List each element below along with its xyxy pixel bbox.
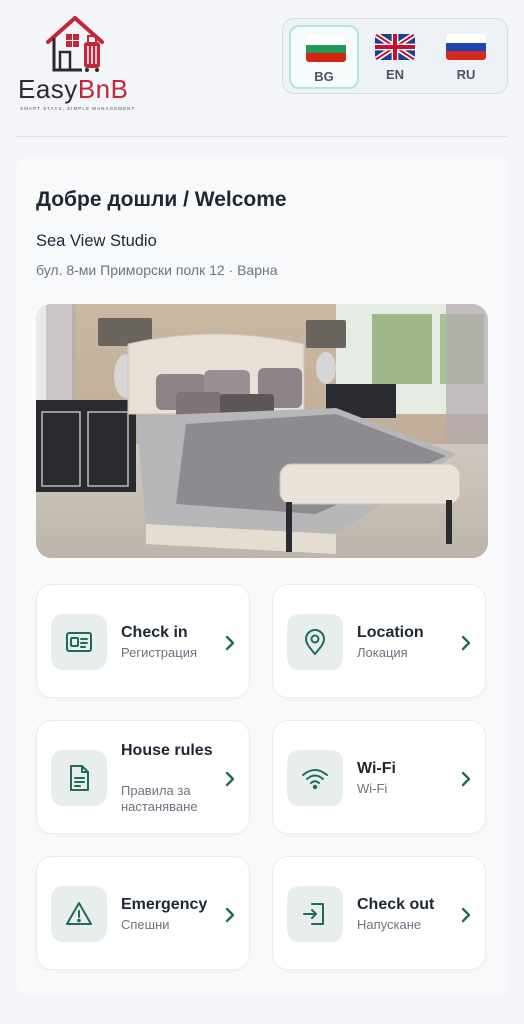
welcome-card: Добре дошли / Welcome Sea View Studio бу… — [16, 156, 508, 996]
exit-icon — [287, 886, 343, 942]
language-code: EN — [385, 67, 405, 82]
tile-subtitle: Правила за настаняване — [121, 783, 198, 814]
emergency-tile[interactable]: Emergency Спешни — [36, 856, 250, 970]
bulgaria-flag-icon — [306, 36, 346, 62]
russia-flag-icon — [446, 34, 486, 60]
chevron-right-icon — [225, 771, 235, 787]
tile-title: Emergency — [121, 896, 208, 913]
chevron-right-icon — [225, 635, 235, 651]
easybnb-logo: EasyBnB SMART STAYS, SIMPLE MANAGEMENT — [18, 12, 134, 112]
tile-title: Check in — [121, 624, 188, 641]
tile-title: Wi-Fi — [357, 760, 396, 777]
tile-subtitle: Локация — [357, 645, 408, 660]
chevron-right-icon — [461, 635, 471, 651]
language-option-bg[interactable]: BG — [289, 25, 359, 89]
tile-title: Check out — [357, 896, 435, 913]
check-in-tile[interactable]: Check in Регистрация — [36, 584, 250, 698]
brand-tagline: SMART STAYS, SIMPLE MANAGEMENT — [20, 106, 136, 111]
document-icon — [51, 750, 107, 806]
language-code: BG — [314, 69, 334, 84]
bedroom-photo — [36, 304, 488, 558]
tile-subtitle: Регистрация — [121, 645, 197, 660]
header-divider — [16, 136, 508, 137]
language-option-en[interactable]: EN — [360, 25, 430, 89]
wifi-icon — [287, 750, 343, 806]
language-option-ru[interactable]: RU — [431, 25, 501, 89]
language-switcher: BG EN RU — [282, 18, 508, 94]
tile-subtitle: Напускане — [357, 917, 422, 932]
location-tile[interactable]: Location Локация — [272, 584, 486, 698]
chevron-right-icon — [461, 771, 471, 787]
tile-subtitle: Спешни — [121, 917, 170, 932]
welcome-title: Добре дошли / Welcome — [36, 188, 287, 211]
tile-title: Location — [357, 624, 424, 641]
map-pin-icon — [287, 614, 343, 670]
id-card-icon — [51, 614, 107, 670]
house-luggage-icon — [46, 16, 104, 72]
language-code: RU — [456, 67, 476, 82]
wifi-tile[interactable]: Wi-Fi Wi-Fi — [272, 720, 486, 834]
warning-icon — [51, 886, 107, 942]
brand-name: EasyBnB — [18, 74, 129, 104]
property-name: Sea View Studio — [36, 232, 157, 250]
uk-flag-icon — [375, 34, 415, 60]
chevron-right-icon — [461, 907, 471, 923]
tile-subtitle: Wi-Fi — [357, 781, 388, 796]
house-rules-tile[interactable]: House rules Правила за настаняване — [36, 720, 250, 834]
tile-title: House rules — [121, 742, 213, 759]
check-out-tile[interactable]: Check out Напускане — [272, 856, 486, 970]
property-address: бул. 8-ми Приморски полк 12 · Варна — [36, 262, 278, 278]
header: EasyBnB SMART STAYS, SIMPLE MANAGEMENT B… — [0, 0, 524, 136]
chevron-right-icon — [225, 907, 235, 923]
